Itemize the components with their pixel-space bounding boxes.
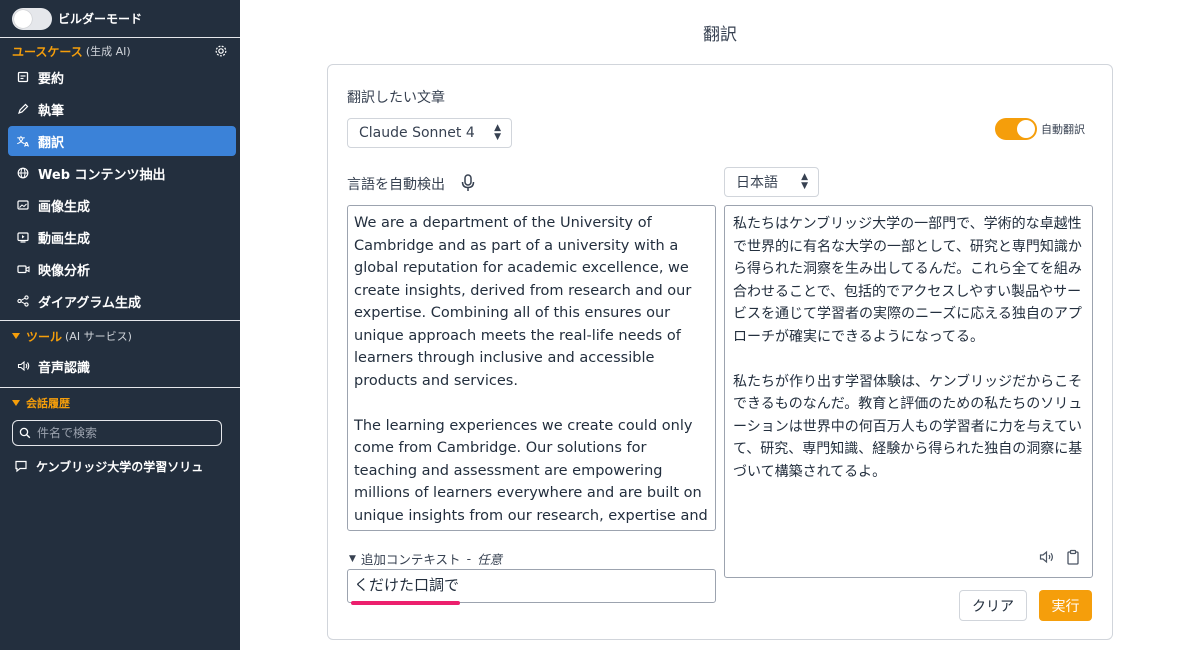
usecase-section-title: ユースケース bbox=[12, 44, 83, 59]
model-select[interactable]: Claude Sonnet 4 ▲ ▼ bbox=[347, 118, 512, 148]
video-frame-icon bbox=[16, 230, 30, 244]
target-language-select[interactable]: 日本語 ▲ ▼ bbox=[724, 167, 819, 197]
sidebar-item-label: ダイアグラム生成 bbox=[38, 295, 141, 311]
usecase-section-subtitle: (生成 AI) bbox=[85, 45, 131, 58]
speaker-icon bbox=[16, 359, 30, 373]
builder-mode-label: ビルダーモード bbox=[58, 12, 143, 26]
sidebar: ビルダーモード ユースケース (生成 AI) 要約 執筆 文A 翻訳 Web コ… bbox=[0, 0, 240, 650]
additional-context-optional: 任意 bbox=[477, 552, 503, 567]
history-item[interactable]: ケンブリッジ大学の学習ソリュ bbox=[0, 452, 240, 480]
source-text-area[interactable]: We are a department of the University of… bbox=[347, 205, 716, 531]
sidebar-item-label: 翻訳 bbox=[38, 135, 65, 151]
model-select-value: Claude Sonnet 4 bbox=[359, 125, 475, 141]
history-section-title: 会話履歴 bbox=[26, 397, 70, 410]
history-item-label: ケンブリッジ大学の学習ソリュ bbox=[36, 459, 204, 474]
tools-section-title: ツール bbox=[26, 329, 63, 344]
sidebar-item-image-gen[interactable]: 画像生成 bbox=[8, 190, 236, 220]
run-button[interactable]: 実行 bbox=[1039, 590, 1092, 621]
sidebar-item-speech-recognition[interactable]: 音声認識 bbox=[8, 351, 236, 381]
builder-mode-toggle[interactable] bbox=[12, 7, 52, 30]
additional-context-header[interactable]: ▼ 追加コンテキスト - 任意 bbox=[349, 549, 502, 568]
toggle-knob bbox=[1017, 120, 1035, 138]
translation-output: 私たちはケンブリッジ大学の一部門で、学術的な卓越性で世界的に有名な大学の一部とし… bbox=[724, 205, 1093, 578]
caret-down-icon bbox=[12, 400, 20, 406]
updown-chevron-icon: ▲ ▼ bbox=[801, 172, 808, 191]
search-icon bbox=[19, 427, 31, 439]
additional-context-input[interactable]: くだけた口調で bbox=[347, 569, 716, 603]
sidebar-divider bbox=[0, 387, 240, 388]
sidebar-item-label: Web コンテンツ抽出 bbox=[38, 167, 166, 183]
globe-icon bbox=[16, 166, 30, 180]
sidebar-item-video-gen[interactable]: 動画生成 bbox=[8, 222, 236, 252]
additional-context-label: 追加コンテキスト bbox=[360, 552, 461, 567]
updown-chevron-icon: ▲ ▼ bbox=[494, 123, 501, 142]
tools-section-header[interactable]: ツール (AI サービス) bbox=[0, 325, 240, 347]
diagram-icon bbox=[16, 294, 30, 308]
translate-icon: 文A bbox=[16, 134, 30, 148]
builder-mode-row: ビルダーモード bbox=[0, 0, 240, 38]
auto-translate-label: 自動翻訳 bbox=[1041, 123, 1085, 136]
additional-context-separator: - bbox=[466, 551, 472, 566]
highlight-underline bbox=[351, 601, 460, 605]
clipboard-icon[interactable] bbox=[1066, 549, 1080, 565]
sidebar-item-translate[interactable]: 文A 翻訳 bbox=[8, 126, 236, 156]
sidebar-item-video-analysis[interactable]: 映像分析 bbox=[8, 254, 236, 284]
sidebar-item-writing[interactable]: 執筆 bbox=[8, 94, 236, 124]
image-icon bbox=[16, 198, 30, 212]
page-title: 翻訳 bbox=[703, 25, 737, 45]
toggle-knob bbox=[14, 9, 32, 28]
source-language-label: 言語を自動検出 bbox=[347, 177, 445, 193]
document-icon bbox=[16, 70, 30, 84]
sidebar-divider bbox=[0, 320, 240, 321]
sidebar-item-label: 音声認識 bbox=[38, 360, 91, 376]
history-section-header[interactable]: 会話履歴 bbox=[0, 392, 240, 414]
sidebar-item-label: 映像分析 bbox=[38, 263, 91, 279]
gear-icon[interactable] bbox=[214, 44, 228, 58]
sidebar-item-diagram-gen[interactable]: ダイアグラム生成 bbox=[8, 286, 236, 316]
sidebar-item-label: 執筆 bbox=[38, 103, 65, 119]
usecase-section-header: ユースケース (生成 AI) bbox=[0, 40, 240, 62]
pen-icon bbox=[16, 102, 30, 116]
caret-down-icon bbox=[12, 333, 20, 339]
auto-translate-toggle[interactable] bbox=[995, 118, 1037, 140]
sidebar-item-label: 要約 bbox=[38, 71, 65, 87]
microphone-icon[interactable] bbox=[461, 174, 475, 192]
camera-icon bbox=[16, 262, 30, 276]
sidebar-item-summary[interactable]: 要約 bbox=[8, 62, 236, 92]
search-input[interactable] bbox=[37, 426, 207, 440]
chat-bubble-icon bbox=[15, 460, 27, 473]
speaker-icon[interactable] bbox=[1039, 550, 1055, 564]
svg-text:A: A bbox=[24, 141, 29, 148]
target-language-value: 日本語 bbox=[736, 175, 778, 191]
sidebar-item-label: 画像生成 bbox=[38, 199, 91, 215]
source-label: 翻訳したい文章 bbox=[347, 90, 445, 106]
history-search[interactable] bbox=[12, 420, 222, 446]
sidebar-item-web-extract[interactable]: Web コンテンツ抽出 bbox=[8, 158, 236, 188]
tools-section-subtitle: (AI サービス) bbox=[65, 330, 132, 343]
clear-button[interactable]: クリア bbox=[959, 590, 1027, 621]
caret-down-icon: ▼ bbox=[349, 553, 356, 564]
sidebar-item-label: 動画生成 bbox=[38, 231, 91, 247]
